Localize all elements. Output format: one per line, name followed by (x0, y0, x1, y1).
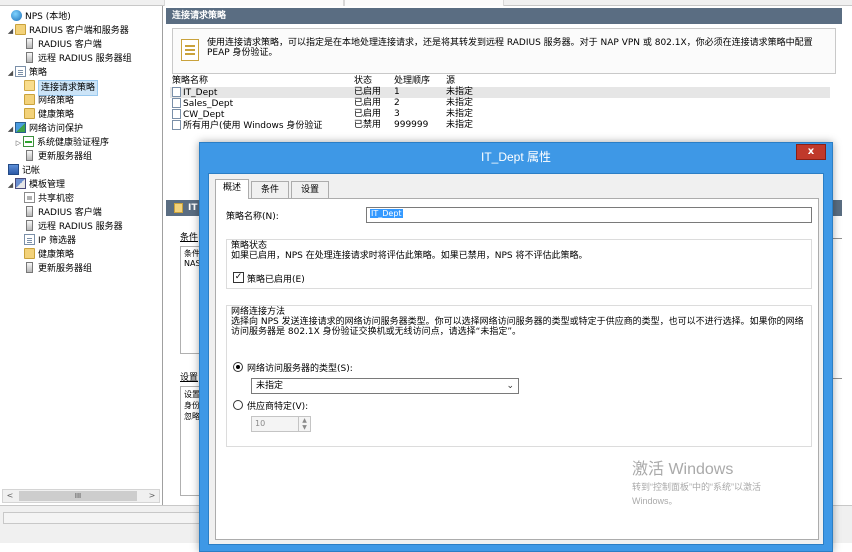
conditions-link[interactable]: 条件 (180, 230, 198, 243)
network-method-note: 选择向 NPS 发送连接请求的网络访问服务器类型。你可以选择网络访问服务器的类型… (231, 317, 804, 337)
network-access-icon (15, 122, 26, 133)
detail-policy-icon (174, 203, 183, 213)
tree-horizontal-scrollbar[interactable]: < III > (2, 489, 160, 503)
tree-item-radius-client[interactable]: RADIUS 客户端 (24, 38, 102, 52)
tree-item-template-remediation-server-groups[interactable]: 更新服务器组 (24, 262, 92, 276)
policy-icon (172, 120, 181, 130)
folder-icon (15, 24, 26, 35)
table-row[interactable]: 所有用户(使用 Windows 身份验证 已禁用 999999 未指定 (170, 120, 830, 131)
collapse-triangle-icon[interactable]: ◢ (6, 122, 15, 136)
network-method-title: 网络连接方法 (231, 307, 286, 317)
description-box: 使用连接请求策略，可以指定是在本地处理连接请求，还是将其转发到远程 RADIUS… (172, 28, 836, 74)
folder-icon (24, 248, 35, 259)
server-icon (26, 38, 33, 49)
collapse-triangle-icon[interactable]: ◢ (6, 178, 15, 192)
scroll-left-arrow-icon[interactable]: < (3, 490, 17, 502)
server-type-select[interactable]: 未指定 ⌄ (251, 378, 519, 394)
policy-state-title: 策略状态 (231, 241, 268, 251)
tab-conditions[interactable]: 条件 (251, 181, 289, 198)
tree-item-remote-radius-server-groups[interactable]: 远程 RADIUS 服务器组 (24, 52, 132, 66)
templates-icon (15, 178, 26, 189)
tree-item-accounting[interactable]: 记帐 (8, 164, 40, 178)
table-row[interactable]: CW_Dept 已启用 3 未指定 (170, 109, 830, 120)
server-icon (26, 206, 33, 217)
column-header-name[interactable]: 策略名称 (172, 76, 208, 87)
server-icon (26, 220, 33, 231)
navigation-tree[interactable]: NPS (本地) ◢ RADIUS 客户端和服务器 RADIUS 客户端 远程 R… (0, 6, 163, 505)
policies-icon (15, 66, 26, 77)
nps-globe-icon (11, 10, 22, 21)
server-type-radio-label[interactable]: 网络访问服务器的类型(S): (247, 361, 353, 374)
section-title: 连接请求策略 (166, 8, 842, 24)
health-validator-icon (23, 136, 34, 147)
status-well (3, 512, 203, 524)
expand-triangle-icon[interactable]: ▷ (14, 136, 23, 150)
close-icon[interactable]: x (796, 144, 826, 160)
tree-item-remediation-server-groups[interactable]: 更新服务器组 (24, 150, 92, 164)
scroll-right-arrow-icon[interactable]: > (145, 490, 159, 502)
tree-item-ip-filters[interactable]: IP 筛选器 (24, 234, 76, 248)
description-text: 使用连接请求策略，可以指定是在本地处理连接请求，还是将其转发到远程 RADIUS… (207, 38, 813, 58)
server-group-icon (26, 52, 33, 63)
chevron-down-icon: ⌄ (506, 381, 514, 391)
tree-item-network-access-protection[interactable]: ◢ 网络访问保护 (6, 122, 83, 136)
collapse-triangle-icon[interactable]: ◢ (6, 24, 15, 38)
policy-icon (172, 87, 181, 97)
tree-item-template-radius-clients[interactable]: RADIUS 客户端 (24, 206, 102, 220)
policy-state-note: 如果已启用，NPS 在处理连接请求时将评估此策略。如果已禁用，NPS 将不评估此… (231, 251, 588, 261)
tree-item-health-policies[interactable]: 健康策略 (24, 108, 74, 122)
scroll-thumb[interactable]: III (19, 491, 137, 501)
tree-item-templates-management[interactable]: ◢ 模板管理 (6, 178, 65, 192)
tree-item-network-policies[interactable]: 网络策略 (24, 94, 74, 108)
vendor-specific-radio[interactable] (233, 400, 243, 410)
tab-overview[interactable]: 概述 (215, 179, 249, 199)
detail-title: IT (188, 203, 198, 213)
policy-icon (172, 109, 181, 119)
tab-settings[interactable]: 设置 (291, 181, 329, 198)
folder-icon (24, 108, 35, 119)
table-row[interactable]: Sales_Dept 已启用 2 未指定 (170, 98, 830, 109)
policy-icon (172, 98, 181, 108)
policy-state-group: 策略状态 如果已启用，NPS 在处理连接请求时将评估此策略。如果已禁用，NPS … (226, 239, 812, 289)
settings-link[interactable]: 设置 (180, 370, 198, 383)
tree-item-shared-secrets[interactable]: 共享机密 (24, 192, 74, 206)
column-header-order[interactable]: 处理顺序 (394, 76, 430, 87)
tree-item-connection-request-policies[interactable]: 连接请求策略 (24, 80, 99, 96)
accounting-icon (8, 164, 19, 175)
table-row[interactable]: IT_Dept 已启用 1 未指定 (170, 87, 830, 98)
policy-name-label: 策略名称(N): (226, 212, 279, 222)
column-header-source[interactable]: 源 (446, 76, 455, 87)
ip-filter-icon (24, 234, 35, 245)
collapse-triangle-icon[interactable]: ◢ (6, 66, 15, 80)
table-header: 策略名称 状态 处理顺序 源 (170, 76, 830, 87)
vendor-specific-radio-label[interactable]: 供应商特定(V): (247, 399, 308, 412)
dialog-title[interactable]: IT_Dept 属性 (200, 143, 832, 173)
server-type-radio[interactable] (233, 362, 243, 372)
vendor-stepper[interactable]: 10 ▲ ▼ (251, 416, 311, 432)
tree-item-template-remote-radius-servers[interactable]: 远程 RADIUS 服务器 (24, 220, 123, 234)
server-group-icon (26, 262, 33, 273)
tree-item-template-health-policies[interactable]: 健康策略 (24, 248, 74, 262)
open-folder-icon (24, 80, 35, 91)
policy-document-icon (181, 39, 199, 61)
tree-item-system-health-validators[interactable]: ▷ 系统健康验证程序 (14, 136, 109, 150)
policy-enabled-checkbox[interactable]: ✓ (233, 272, 244, 283)
network-method-group: 网络连接方法 选择向 NPS 发送连接请求的网络访问服务器类型。你可以选择网络访… (226, 305, 812, 447)
column-header-status[interactable]: 状态 (354, 76, 372, 87)
tree-item-radius-clients-servers[interactable]: ◢ RADIUS 客户端和服务器 (6, 24, 129, 38)
shared-secret-icon (24, 192, 35, 203)
activation-watermark: 激活 Windows 转到“控制面板”中的“系统”以激活 Windows。 (632, 461, 761, 506)
tree-item-nps-local[interactable]: NPS (本地) (2, 10, 71, 24)
policy-name-input[interactable]: IT_Dept (366, 207, 812, 223)
tree-item-policies[interactable]: ◢ 策略 (6, 66, 47, 80)
server-group-icon (26, 150, 33, 161)
folder-icon (24, 94, 35, 105)
policy-enabled-label[interactable]: 策略已启用(E) (247, 272, 305, 285)
spin-up-down-icon[interactable]: ▲ ▼ (298, 417, 310, 431)
